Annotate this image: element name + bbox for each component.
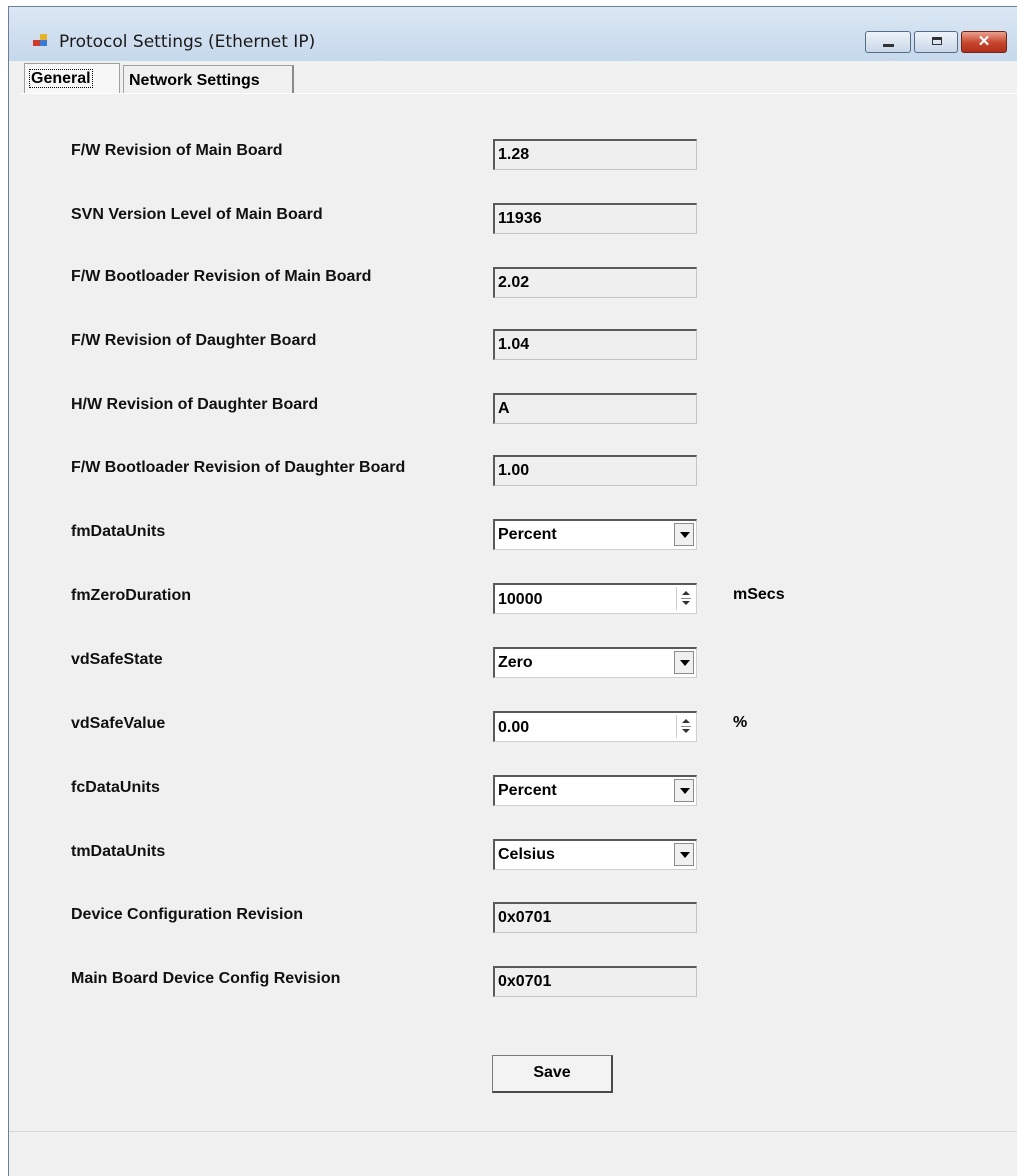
app-icon (33, 34, 48, 47)
fm-zero-duration-unit: mSecs (733, 586, 785, 603)
fm-data-units-label: fmDataUnits (71, 523, 166, 540)
vd-safe-value-unit: % (733, 714, 748, 731)
fw-main-field: 1.28 (493, 139, 697, 170)
maximize-button[interactable] (914, 31, 958, 53)
main-board-config-rev-label: Main Board Device Config Revision (71, 970, 341, 987)
app-window: Protocol Settings (Ethernet IP) ✕ Networ… (8, 6, 1017, 1176)
device-config-rev-label: Device Configuration Revision (71, 906, 304, 923)
fm-data-units-value: Percent (498, 526, 557, 543)
tm-data-units-select[interactable]: Celsius (493, 839, 697, 870)
tab-general[interactable]: General (24, 63, 120, 97)
close-button[interactable]: ✕ (961, 31, 1007, 53)
hw-daughter-label: H/W Revision of Daughter Board (71, 396, 319, 413)
chevron-down-icon[interactable] (674, 523, 694, 546)
svn-main-field: 11936 (493, 203, 697, 234)
spin-arrows-icon[interactable] (676, 715, 694, 738)
vd-safe-value-stepper[interactable]: 0.00 (493, 711, 697, 742)
vd-safe-value-label: vdSafeValue (71, 715, 166, 732)
client-area: Network Settings General F/W Revision of… (9, 61, 1017, 1176)
fw-daughter-label: F/W Revision of Daughter Board (71, 332, 317, 349)
minimize-button[interactable] (865, 31, 911, 53)
chevron-down-icon[interactable] (674, 651, 694, 674)
title-bar[interactable]: Protocol Settings (Ethernet IP) ✕ (9, 7, 1017, 61)
fw-boot-daughter-label: F/W Bootloader Revision of Daughter Boar… (71, 459, 406, 476)
main-board-config-rev-field: 0x0701 (493, 966, 697, 997)
fm-data-units-select[interactable]: Percent (493, 519, 697, 550)
fc-data-units-value: Percent (498, 782, 557, 799)
tm-data-units-label: tmDataUnits (71, 843, 166, 860)
fc-data-units-label: fcDataUnits (71, 779, 160, 796)
fw-main-label: F/W Revision of Main Board (71, 142, 283, 159)
save-button[interactable]: Save (492, 1055, 613, 1093)
window-title: Protocol Settings (Ethernet IP) (59, 32, 316, 52)
chevron-down-icon[interactable] (674, 843, 694, 866)
fw-daughter-field: 1.04 (493, 329, 697, 360)
tm-data-units-value: Celsius (498, 846, 555, 863)
fm-zero-duration-stepper[interactable]: 10000 (493, 583, 697, 614)
fm-zero-duration-value: 10000 (498, 591, 543, 608)
device-config-rev-field: 0x0701 (493, 902, 697, 933)
svn-main-label: SVN Version Level of Main Board (71, 206, 323, 223)
fw-boot-daughter-field: 1.00 (493, 455, 697, 486)
vd-safe-state-value: Zero (498, 654, 533, 671)
close-icon: ✕ (977, 33, 991, 50)
vd-safe-value-value: 0.00 (498, 719, 530, 736)
fm-zero-duration-label: fmZeroDuration (71, 587, 191, 604)
fw-boot-main-field: 2.02 (493, 267, 697, 298)
status-bar (9, 1131, 1017, 1176)
vd-safe-state-label: vdSafeState (71, 651, 163, 668)
vd-safe-state-select[interactable]: Zero (493, 647, 697, 678)
fc-data-units-select[interactable]: Percent (493, 775, 697, 806)
hw-daughter-field: A (493, 393, 697, 424)
spin-arrows-icon[interactable] (676, 587, 694, 610)
general-tab-page: F/W Revision of Main Board 1.28 SVN Vers… (19, 93, 1017, 1132)
chevron-down-icon[interactable] (674, 779, 694, 802)
fw-boot-main-label: F/W Bootloader Revision of Main Board (71, 268, 372, 285)
